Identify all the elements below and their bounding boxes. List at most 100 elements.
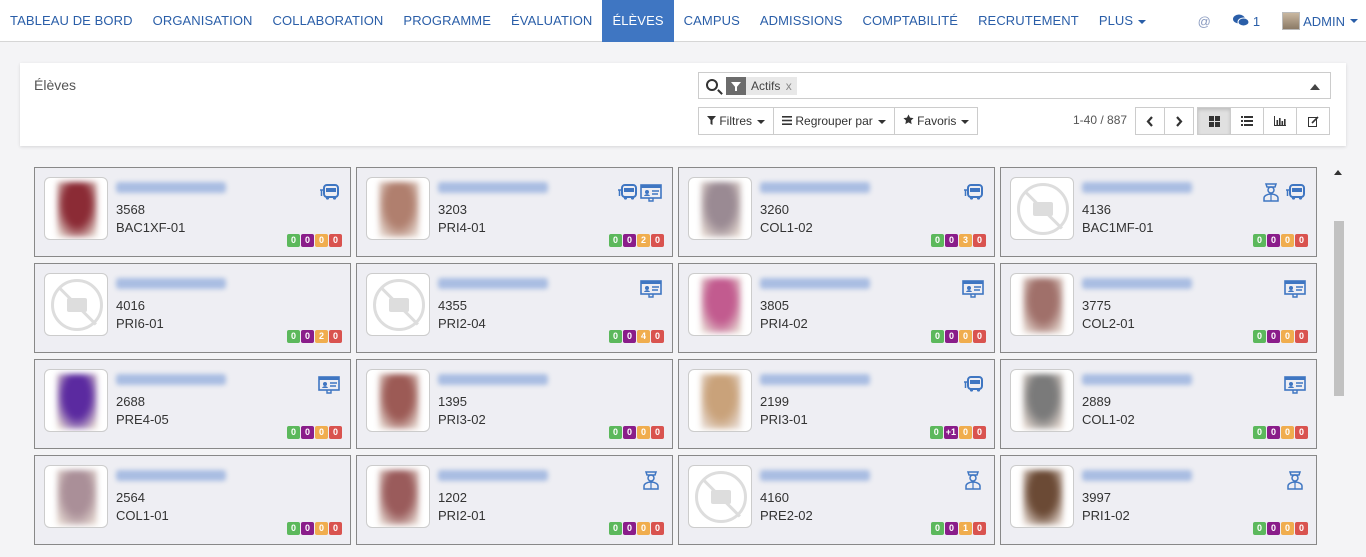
student-photo — [44, 465, 108, 528]
menu-item-label: PLUS — [1098, 13, 1134, 28]
student-card[interactable]: 3997 PRI1-02 0 0 0 0 — [1000, 455, 1317, 545]
student-card[interactable]: 4355 PRI2-04 0 0 4 0 — [356, 263, 673, 353]
status-badge: 0 — [1267, 426, 1280, 439]
status-badge: 0 — [329, 426, 342, 439]
student-id: 2889 — [1082, 394, 1111, 409]
menu-item-1[interactable]: ORGANISATION — [143, 0, 263, 42]
student-card[interactable]: 1202 PRI2-01 0 0 0 0 — [356, 455, 673, 545]
student-photo — [688, 465, 752, 528]
caret-down-icon — [961, 119, 970, 124]
student-photo-image — [701, 182, 741, 237]
at-mention-icon[interactable]: @ — [1198, 14, 1211, 29]
caret-down-icon — [877, 119, 886, 124]
group-by-button[interactable]: Regrouper par — [773, 107, 895, 135]
menu-item-4[interactable]: ÉVALUATION — [501, 0, 602, 42]
scrollbar[interactable] — [1330, 162, 1346, 552]
student-card[interactable]: 4016 PRI6-01 0 0 2 0 — [34, 263, 351, 353]
kanban-view-button[interactable] — [1197, 107, 1231, 135]
status-badges: 0000 — [287, 234, 342, 247]
status-badges: 0030 — [931, 234, 986, 247]
pager-value[interactable]: 1-40 / 887 — [1073, 113, 1127, 127]
student-class: COL1-02 — [1082, 412, 1135, 427]
status-badge: 0 — [1267, 330, 1280, 343]
pager-previous-button[interactable] — [1135, 107, 1165, 135]
list-view-button[interactable] — [1230, 107, 1264, 135]
student-photo — [44, 369, 108, 432]
student-id: 3805 — [760, 298, 789, 313]
filters-button[interactable]: Filtres — [698, 107, 775, 135]
facet-remove-icon[interactable]: x — [786, 79, 792, 93]
status-badge: 0 — [931, 330, 944, 343]
status-badge: 0 — [287, 234, 300, 247]
menu-item-0[interactable]: TABLEAU DE BORD — [0, 0, 143, 42]
status-badges: 0020 — [287, 330, 342, 343]
scroll-up-arrow-icon[interactable] — [1334, 170, 1342, 175]
student-name-blurred — [760, 182, 870, 193]
status-badge: 0 — [623, 522, 636, 535]
student-card[interactable]: 3805 PRI4-02 0 0 0 0 — [678, 263, 995, 353]
student-card[interactable]: 4160 PRE2-02 0 0 1 0 — [678, 455, 995, 545]
student-card[interactable]: 4136 BAC1MF-01 0 0 0 0 — [1000, 167, 1317, 257]
id-card-icon — [1284, 277, 1306, 299]
search-facet[interactable]: Actifs x — [726, 77, 797, 95]
student-card[interactable]: 3775 COL2-01 0 0 0 0 — [1000, 263, 1317, 353]
student-name-blurred — [1082, 374, 1192, 385]
student-card[interactable]: 2564 COL1-01 0 0 0 0 — [34, 455, 351, 545]
student-card[interactable]: 3203 PRI4-01 0 0 2 0 — [356, 167, 673, 257]
status-badge: 0 — [931, 522, 944, 535]
menu-item-3[interactable]: PROGRAMME — [393, 0, 501, 42]
status-badge: 0 — [1281, 234, 1294, 247]
student-id: 3203 — [438, 202, 467, 217]
student-id: 2199 — [760, 394, 789, 409]
student-photo — [1010, 465, 1074, 528]
status-badge: 0 — [959, 330, 972, 343]
menu-item-7[interactable]: ADMISSIONS — [750, 0, 853, 42]
favorites-button[interactable]: Favoris — [893, 107, 979, 135]
status-badge: 2 — [315, 330, 328, 343]
student-class: PRI6-01 — [116, 316, 164, 331]
student-id: 3997 — [1082, 490, 1111, 505]
student-name-blurred — [438, 278, 548, 289]
menu-item-8[interactable]: COMPTABILITÉ — [852, 0, 968, 42]
driver-icon — [1260, 181, 1282, 203]
graph-view-button[interactable] — [1263, 107, 1297, 135]
menu-item-6[interactable]: CAMPUS — [674, 0, 750, 42]
student-id: 4160 — [760, 490, 789, 505]
student-card[interactable]: 1395 PRI3-02 0 0 0 0 — [356, 359, 673, 449]
chevron-right-icon — [1176, 115, 1183, 127]
student-id: 1202 — [438, 490, 467, 505]
status-badge: 0 — [1281, 426, 1294, 439]
student-card[interactable]: 2199 PRI3-01 0 +1 0 0 — [678, 359, 995, 449]
menu-item-10[interactable]: PLUS — [1089, 0, 1156, 42]
user-menu[interactable]: ADMIN — [1282, 12, 1358, 30]
status-badge: 0 — [973, 330, 986, 343]
status-badge: 0 — [931, 234, 944, 247]
menu-item-2[interactable]: COLLABORATION — [263, 0, 394, 42]
pager-next-button[interactable] — [1164, 107, 1194, 135]
page-title: Élèves — [34, 77, 77, 93]
status-badge: 0 — [1281, 330, 1294, 343]
status-badges: 0000 — [1253, 426, 1308, 439]
student-name-blurred — [1082, 470, 1192, 481]
search-toggle-icon[interactable] — [1310, 84, 1320, 90]
student-id: 4355 — [438, 298, 467, 313]
student-card[interactable]: 3568 BAC1XF-01 0 0 0 0 — [34, 167, 351, 257]
student-class: COL1-01 — [116, 508, 169, 523]
student-card[interactable]: 3260 COL1-02 0 0 3 0 — [678, 167, 995, 257]
student-class: PRE2-02 — [760, 508, 813, 523]
student-photo-image — [1023, 374, 1063, 429]
messages-button[interactable]: 1 — [1232, 14, 1260, 29]
student-name-blurred — [116, 182, 226, 193]
student-photo — [366, 465, 430, 528]
status-badge: 0 — [315, 234, 328, 247]
scrollbar-thumb[interactable] — [1334, 221, 1344, 396]
navbar-right: @ 1 ADMIN — [1198, 0, 1366, 42]
student-card[interactable]: 2889 COL1-02 0 0 0 0 — [1000, 359, 1317, 449]
id-card-icon — [962, 277, 984, 299]
menu-item-5[interactable]: ÉLÈVES — [602, 0, 674, 42]
student-card[interactable]: 2688 PRE4-05 0 0 0 0 — [34, 359, 351, 449]
search-bar[interactable]: Actifs x — [698, 72, 1331, 99]
menu-item-9[interactable]: RECRUTEMENT — [968, 0, 1089, 42]
form-view-button[interactable] — [1296, 107, 1330, 135]
list-icon — [782, 116, 793, 125]
